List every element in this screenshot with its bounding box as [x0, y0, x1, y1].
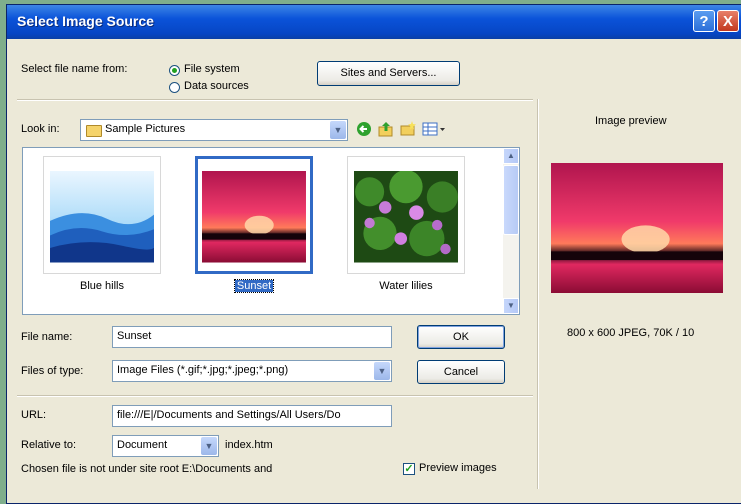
sunset-image — [202, 171, 306, 263]
url-input[interactable]: file:///E|/Documents and Settings/All Us… — [112, 405, 392, 427]
chevron-down-icon[interactable]: ▼ — [374, 362, 390, 380]
vertical-scrollbar[interactable]: ▲ ▼ — [503, 148, 519, 314]
help-icon: ? — [699, 13, 709, 30]
close-icon: X — [722, 13, 733, 30]
file-name-input[interactable]: Sunset — [112, 326, 392, 348]
relative-file-name: index.htm — [225, 439, 273, 451]
view-menu-icon[interactable] — [422, 121, 446, 137]
divider-bottom — [17, 395, 533, 397]
file-name-label: Water lilies — [379, 280, 433, 292]
file-type-label: Files of type: — [21, 365, 84, 377]
lookin-value: Sample Pictures — [105, 123, 186, 135]
preview-images-checkbox[interactable]: ✓ — [403, 463, 415, 475]
file-type-value: Image Files (*.gif;*.jpg;*.jpeg;*.png) — [117, 364, 289, 376]
file-thumb-water-lilies[interactable] — [347, 156, 465, 274]
water-lilies-image — [354, 171, 458, 263]
back-icon[interactable] — [356, 121, 372, 137]
relative-to-value: Document — [117, 439, 168, 451]
new-folder-icon[interactable] — [400, 121, 416, 137]
radio-data-sources[interactable] — [169, 82, 180, 93]
folder-icon — [86, 125, 102, 137]
sites-and-servers-button[interactable]: Sites and Servers... — [317, 61, 460, 86]
blue-hills-image — [50, 171, 154, 263]
preview-info: 800 x 600 JPEG, 70K / 10 — [567, 327, 695, 339]
close-button[interactable]: X — [717, 10, 739, 32]
scroll-down-button[interactable]: ▼ — [503, 298, 519, 314]
cancel-button[interactable]: Cancel — [417, 360, 505, 384]
ok-button[interactable]: OK — [417, 325, 505, 349]
radio-file-system[interactable] — [169, 65, 180, 76]
url-label: URL: — [21, 409, 47, 421]
file-name-label: Blue hills — [79, 280, 125, 292]
chevron-down-icon[interactable]: ▼ — [330, 121, 346, 139]
file-caption-sunset[interactable]: Sunset — [195, 279, 313, 293]
relative-to-label: Relative to: — [21, 439, 77, 451]
select-image-source-dialog: Select Image Source ? X Select file name… — [6, 4, 741, 504]
relative-to-dropdown[interactable]: Document ▼ — [112, 435, 219, 457]
divider-preview — [537, 99, 539, 489]
source-label: Select file name from: — [21, 63, 128, 75]
up-folder-icon[interactable] — [378, 121, 394, 137]
file-thumb-blue-hills[interactable] — [43, 156, 161, 274]
file-caption-blue-hills[interactable]: Blue hills — [43, 280, 161, 292]
image-preview — [551, 163, 723, 293]
file-thumb-sunset[interactable] — [195, 156, 313, 274]
radio-data-sources-label[interactable]: Data sources — [184, 80, 249, 92]
scroll-up-button[interactable]: ▲ — [503, 148, 519, 164]
file-caption-water-lilies[interactable]: Water lilies — [347, 280, 465, 292]
help-button[interactable]: ? — [693, 10, 715, 32]
chevron-down-icon[interactable]: ▼ — [201, 437, 217, 455]
dialog-title: Select Image Source — [17, 13, 154, 29]
checkmark-icon: ✓ — [404, 463, 414, 475]
site-root-warning: Chosen file is not under site root E:\Do… — [21, 463, 273, 475]
radio-file-system-label[interactable]: File system — [184, 63, 240, 75]
scroll-thumb[interactable] — [503, 165, 519, 235]
file-name-label: Sunset — [233, 279, 275, 293]
file-type-dropdown[interactable]: Image Files (*.gif;*.jpg;*.jpeg;*.png) ▼ — [112, 360, 392, 382]
lookin-dropdown[interactable]: Sample Pictures ▼ — [80, 119, 348, 141]
preview-heading: Image preview — [595, 115, 667, 127]
divider-top — [17, 99, 533, 101]
preview-images-label[interactable]: Preview images — [419, 462, 497, 474]
file-name-field-label: File name: — [21, 331, 73, 343]
title-bar[interactable]: Select Image Source ? X — [7, 5, 741, 39]
file-list[interactable]: Blue hills Sunset Water lilies ▲ ▼ — [22, 147, 520, 315]
lookin-label: Look in: — [21, 123, 60, 135]
